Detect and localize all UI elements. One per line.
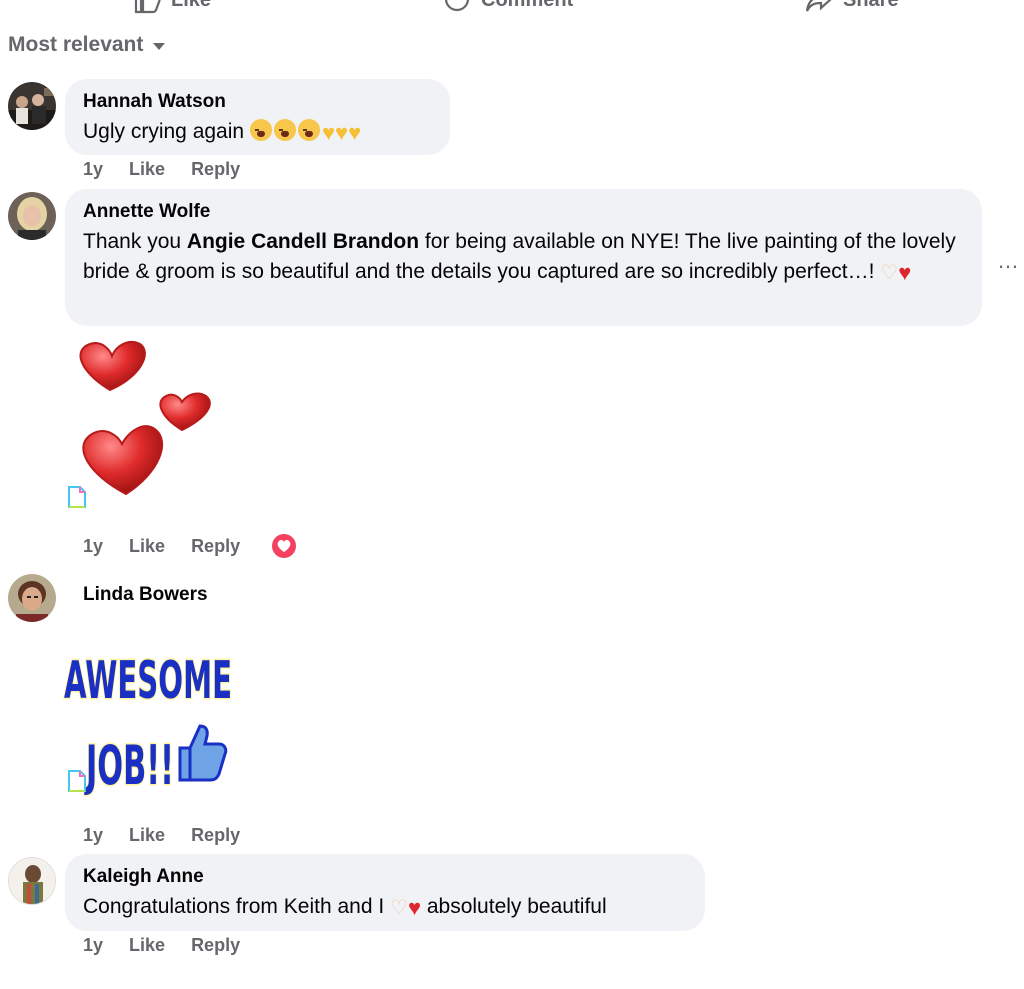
comment-text-part: Congratulations from Keith and I	[83, 895, 391, 918]
love-reaction-icon[interactable]	[270, 532, 299, 560]
red-heart-icon: ♥	[898, 260, 912, 285]
comment-bubble: Annette Wolfe Thank you Angie Candell Br…	[65, 189, 982, 326]
crying-face-icon	[297, 119, 320, 141]
avatar[interactable]	[8, 82, 56, 130]
reply-button[interactable]: Reply	[191, 536, 240, 560]
heart-hands-icon: ♡	[390, 897, 408, 919]
mentioned-user-link[interactable]: Angie Candell Brandon	[187, 230, 419, 253]
sort-dropdown[interactable]: Most relevant	[8, 33, 166, 57]
yellow-heart-icon: ♥	[321, 120, 335, 145]
comment-time: 1y	[83, 935, 104, 955]
comment-bubble-icon	[444, 0, 470, 12]
comment-author[interactable]: Annette Wolfe	[83, 201, 964, 223]
like-button[interactable]: Like	[129, 536, 165, 560]
like-button[interactable]: Like	[129, 935, 165, 956]
share-arrow-icon	[805, 0, 832, 12]
comment-meta: 1y Like Reply	[83, 935, 240, 956]
reply-button[interactable]: Reply	[191, 825, 240, 846]
comment-text-part: Thank you	[83, 230, 187, 253]
avatar-photo	[8, 82, 56, 130]
sticker-text-job: JOB!!	[84, 734, 174, 797]
comment-author[interactable]: Kaleigh Anne	[83, 866, 687, 888]
red-heart-icon: ♥	[407, 895, 422, 920]
comment-author[interactable]: Hannah Watson	[83, 91, 432, 113]
sort-label: Most relevant	[8, 33, 144, 56]
comment-meta: 1y Like Reply	[83, 532, 299, 560]
comment-time: 1y	[83, 159, 104, 179]
chevron-down-icon	[153, 43, 166, 50]
yellow-heart-icon: ♥	[335, 120, 349, 145]
avatar[interactable]	[8, 192, 56, 240]
like-button[interactable]: Like	[129, 825, 165, 846]
thumbs-up-icon	[134, 0, 161, 14]
comment-time: 1y	[83, 825, 104, 845]
like-action[interactable]: Like	[133, 0, 211, 14]
crying-face-icon	[273, 119, 296, 141]
avatar-photo	[8, 192, 56, 240]
comment-action[interactable]: Comment	[443, 0, 573, 14]
like-action-label: Like	[171, 0, 211, 12]
comment-action-label: Comment	[481, 0, 573, 12]
yellow-heart-icon: ♥	[348, 120, 362, 145]
avatar[interactable]	[8, 857, 56, 905]
avatar-photo	[8, 574, 56, 622]
more-options-icon[interactable]: …	[997, 248, 1020, 274]
post-action-bar: Like Comment Share	[0, 0, 1024, 14]
hearts-sticker-image	[79, 340, 211, 496]
comment-text-body: Ugly crying again	[83, 120, 245, 143]
file-icon	[68, 770, 86, 792]
comment-text-part: absolutely beautiful	[421, 895, 607, 918]
sticker-text-awesome: AWESOME	[64, 651, 232, 711]
reply-button[interactable]: Reply	[191, 159, 240, 180]
crying-face-icon	[249, 119, 272, 141]
comment-text: Thank you Angie Candell Brandon for bein…	[83, 227, 964, 288]
file-icon	[68, 486, 86, 508]
avatar[interactable]	[8, 574, 56, 622]
comment-text: Congratulations from Keith and I ♡♥ abso…	[83, 892, 687, 923]
awesome-job-sticker-image: AWESOME JOB!!	[63, 650, 234, 799]
comment-meta: 1y Like Reply	[83, 825, 240, 846]
comment-time: 1y	[83, 536, 104, 556]
hearts-sticker[interactable]	[70, 338, 220, 498]
comment-bubble: Kaleigh Anne Congratulations from Keith …	[65, 854, 705, 931]
awesome-job-sticker[interactable]: AWESOME JOB!!	[62, 620, 237, 800]
like-button[interactable]: Like	[129, 159, 165, 180]
heart-hands-icon: ♡	[880, 262, 899, 284]
thumbs-up-icon	[178, 724, 228, 782]
comment-text: Ugly crying again ♥♥♥	[83, 117, 432, 147]
comment-bubble: Hannah Watson Ugly crying again ♥♥♥	[65, 79, 450, 155]
share-action-label: Share	[843, 0, 899, 12]
heart-icon	[277, 539, 291, 552]
comment-meta: 1y Like Reply	[83, 159, 240, 180]
avatar-photo	[9, 858, 55, 904]
reply-button[interactable]: Reply	[191, 935, 240, 956]
comment-author[interactable]: Linda Bowers	[83, 584, 208, 606]
comments-page: Like Comment Share Most relevant	[0, 0, 1024, 989]
share-action[interactable]: Share	[805, 0, 899, 14]
